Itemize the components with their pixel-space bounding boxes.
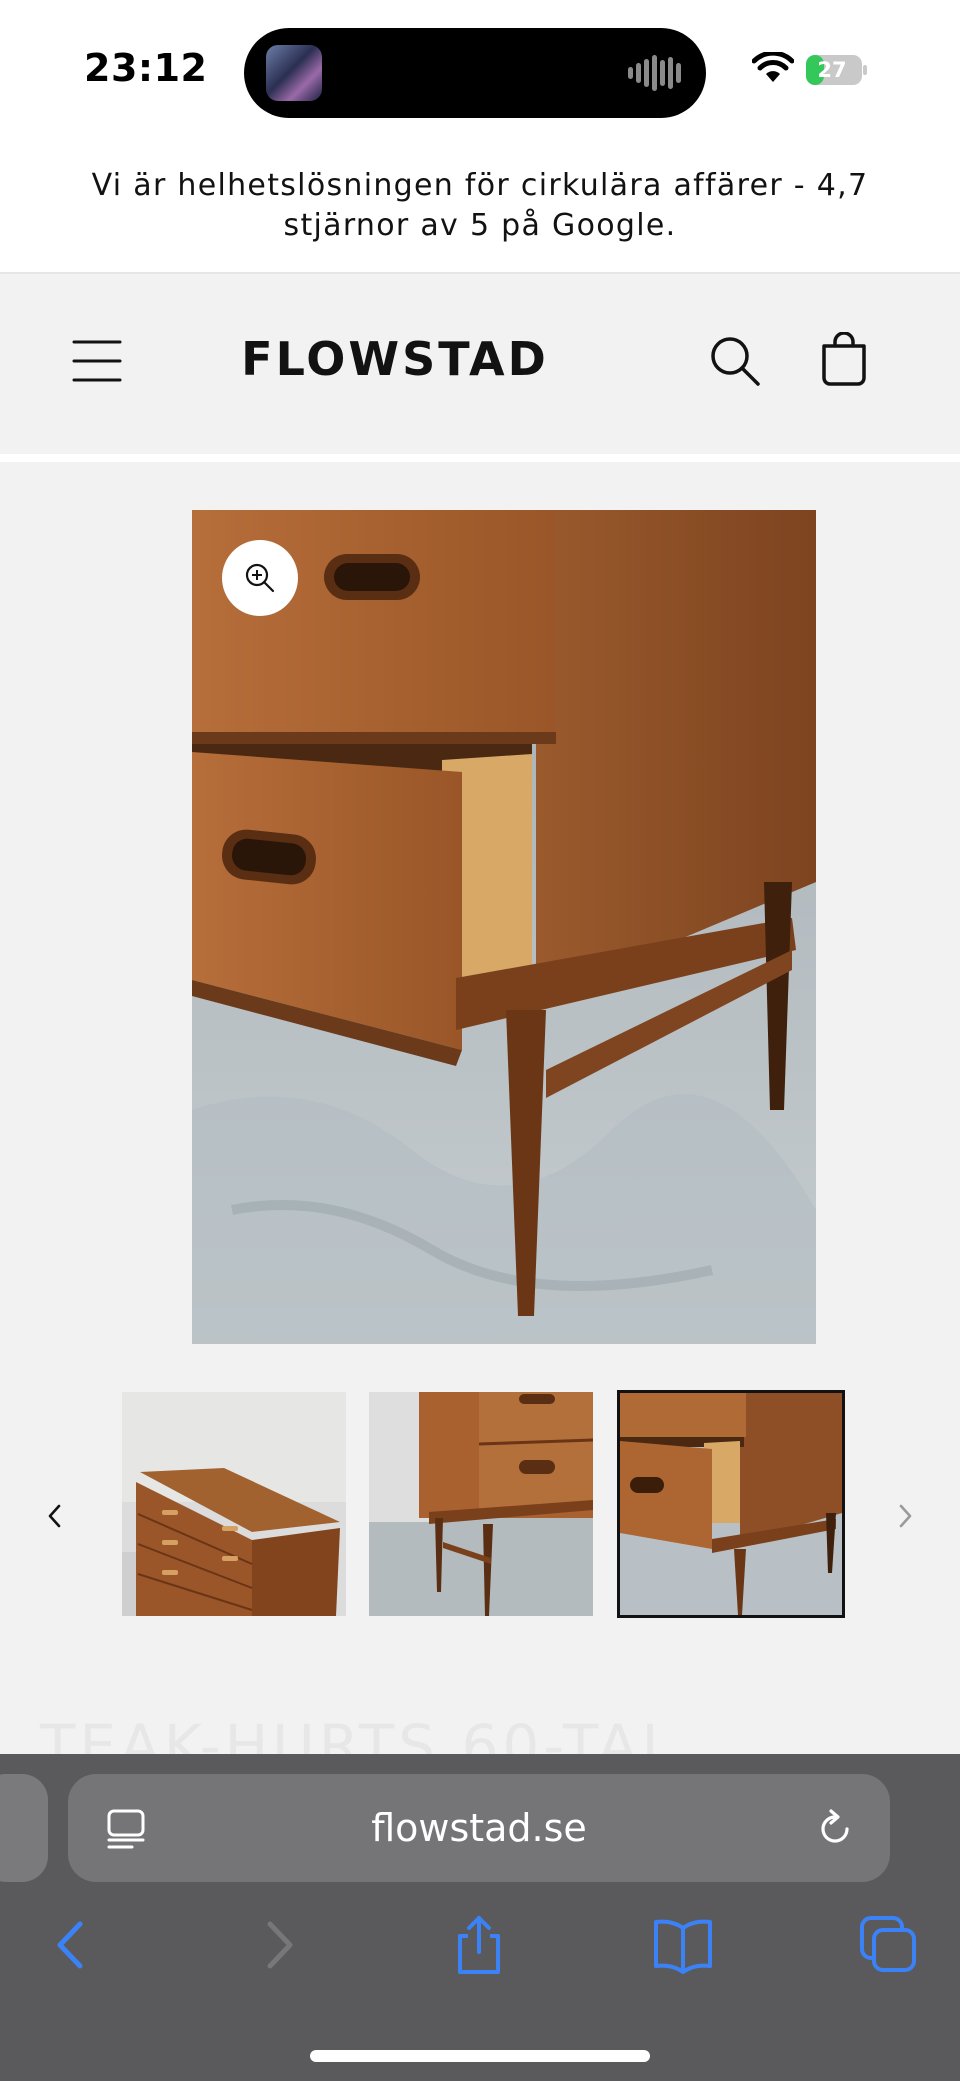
bookmarks-icon[interactable] bbox=[652, 1914, 714, 1976]
thumbnail-3-selected[interactable] bbox=[617, 1390, 845, 1618]
announcement-bar: Vi är helhetslösningen för cirkulära aff… bbox=[0, 140, 960, 274]
battery-indicator: 27 bbox=[806, 55, 868, 85]
product-main-image[interactable] bbox=[192, 510, 816, 1344]
store-logo[interactable]: FLOWSTAD bbox=[200, 332, 590, 386]
dynamic-island bbox=[244, 28, 706, 118]
thumbnail-2[interactable] bbox=[369, 1392, 593, 1616]
forward-icon[interactable] bbox=[248, 1914, 310, 1976]
share-icon[interactable] bbox=[448, 1914, 510, 1976]
dresser-legs-photo bbox=[369, 1392, 593, 1616]
chevron-left-icon[interactable] bbox=[42, 1502, 68, 1530]
zoom-in-icon bbox=[245, 563, 275, 593]
status-time: 23:12 bbox=[84, 46, 208, 90]
status-bar: 23:12 27 bbox=[0, 0, 960, 140]
audio-wave-icon bbox=[628, 55, 681, 91]
tabs-icon[interactable] bbox=[858, 1914, 920, 1976]
reload-icon[interactable] bbox=[814, 1808, 856, 1850]
dresser-open-drawer-photo bbox=[620, 1393, 842, 1615]
dresser-front-photo bbox=[122, 1392, 346, 1616]
search-icon[interactable] bbox=[708, 334, 762, 388]
now-playing-app-icon bbox=[266, 45, 322, 101]
menu-icon[interactable] bbox=[72, 336, 122, 386]
site-header: FLOWSTAD bbox=[0, 274, 960, 462]
url-text[interactable]: flowstad.se bbox=[68, 1774, 890, 1882]
browser-toolbar: flowstad.se bbox=[0, 1754, 960, 2081]
announcement-text: Vi är helhetslösningen för cirkulära aff… bbox=[91, 168, 869, 243]
wifi-icon bbox=[752, 52, 794, 82]
address-bar[interactable]: flowstad.se bbox=[68, 1774, 890, 1882]
back-icon[interactable] bbox=[40, 1914, 102, 1976]
battery-level: 27 bbox=[817, 58, 847, 82]
home-indicator bbox=[310, 2050, 650, 2062]
cart-icon[interactable] bbox=[816, 332, 872, 388]
chevron-right-icon[interactable] bbox=[892, 1502, 918, 1530]
previous-tab-preview[interactable] bbox=[0, 1774, 48, 1882]
teak-dresser-photo bbox=[192, 510, 816, 1344]
thumbnail-1[interactable] bbox=[122, 1392, 346, 1616]
zoom-button[interactable] bbox=[222, 540, 298, 616]
